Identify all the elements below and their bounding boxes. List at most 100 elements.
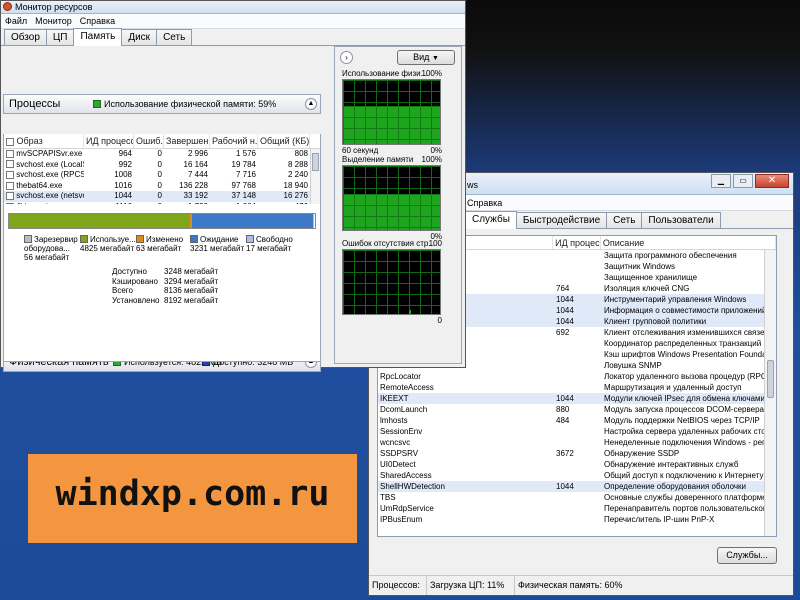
graph-max-label: 100% [421, 69, 442, 78]
tab-performance[interactable]: Быстродействие [515, 212, 608, 228]
process-name: svchost.exe (RPCSS) [4, 170, 84, 181]
process-checkbox[interactable] [6, 171, 14, 180]
service-row[interactable]: SessionEnv Настройка сервера удаленных ра… [378, 426, 776, 437]
column-shareable[interactable]: Общий (КБ) [258, 134, 310, 148]
minimize-button[interactable]: ▁ [711, 174, 731, 188]
service-row[interactable]: RemoteAccess Маршрутизация и удаленный до… [378, 382, 776, 393]
collapse-icon[interactable]: ▲ [305, 98, 317, 110]
window-resize-grip[interactable] [323, 46, 331, 364]
process-row[interactable]: mvSCPAPISvr.exe 964 0 2 996 1 576 808 [4, 149, 320, 160]
service-desc: Обнаружение SSDP [604, 449, 680, 458]
expand-arrow-icon[interactable]: › [340, 51, 353, 64]
tab-network[interactable]: Сеть [156, 29, 193, 45]
service-desc: Информация о совместимости приложений [604, 306, 767, 315]
service-pid [554, 382, 602, 393]
service-pid: 764 [556, 284, 570, 293]
resmon-titlebar[interactable]: Монитор ресурсов [1, 1, 465, 14]
legend-name: Ожидание [200, 235, 239, 244]
view-button-label: Вид [413, 52, 430, 62]
column-commit[interactable]: Завершен... [164, 134, 210, 148]
scrollbar-thumb[interactable] [312, 153, 319, 171]
service-row[interactable]: IKEEXT 1044 Модули ключей IPsec для обмена… [378, 393, 776, 404]
service-pid: 1044 [556, 295, 574, 304]
graph-max-label: 100 [428, 239, 442, 248]
service-desc: Защищенное хранилище [604, 273, 698, 282]
services-scrollbar[interactable] [764, 250, 776, 536]
process-checkbox[interactable] [6, 181, 14, 190]
service-pid [554, 261, 602, 272]
service-row[interactable]: wcncsvc Ненеделенные подключения Windows … [378, 437, 776, 448]
service-row[interactable]: SSDPSRV 3672 Обнаружение SSDP [378, 448, 776, 459]
service-name: wcncsvc [380, 438, 411, 447]
view-button[interactable]: Вид ▼ [397, 50, 455, 65]
service-pid [554, 514, 602, 525]
process-row[interactable]: svchost.exe (RPCSS) 1008 0 7 444 7 716 2 240 [4, 170, 320, 181]
service-desc: Изоляция ключей CNG [604, 284, 690, 293]
legend-swatch [80, 235, 88, 243]
process-cell: 37 148 [231, 191, 256, 201]
service-pid [554, 437, 602, 448]
column-working-set[interactable]: Рабочий н... [210, 134, 258, 148]
select-all-checkbox[interactable] [6, 137, 14, 146]
column-pid[interactable]: ИД процесса [553, 236, 601, 249]
process-row[interactable]: svchost.exe (netsvcs) 1044 0 33 192 37 148 16… [4, 191, 320, 202]
memory-stat-label: Кэшировано [112, 276, 159, 286]
column-pid[interactable]: ИД процесса [84, 134, 134, 148]
service-row[interactable]: SharedAccess Общий доступ к подключению к… [378, 470, 776, 481]
memory-usage-label: Использование физической памяти: 59% [104, 99, 277, 109]
service-row[interactable]: IPBusEnum Перечислитель IP-шин PnP-X [378, 514, 776, 525]
tab-memory[interactable]: Память [73, 28, 123, 46]
tab-cpu[interactable]: ЦП [45, 29, 75, 45]
graph-spike [409, 310, 411, 314]
service-row[interactable]: ShellHWDetection 1044 Определение оборудов… [378, 481, 776, 492]
service-pid: 1044 [556, 482, 574, 491]
process-cell: 16 276 [283, 191, 308, 201]
menu-help[interactable]: Справка [467, 195, 502, 210]
menu-monitor[interactable]: Монитор [35, 14, 72, 28]
service-row[interactable]: RpcLocator Локатор удаленного вызова проц… [378, 371, 776, 382]
services-button[interactable]: Службы... [717, 547, 777, 564]
service-name: lmhosts [380, 416, 408, 425]
close-button[interactable]: ✕ [755, 174, 789, 188]
process-cell: 16 164 [183, 159, 208, 169]
dropdown-icon: ▼ [431, 55, 439, 62]
service-row[interactable]: UmRdpService Перенаправитель портов польз… [378, 503, 776, 514]
tab-overview[interactable]: Обзор [4, 29, 47, 45]
column-image[interactable]: Образ [4, 134, 84, 148]
service-pid [554, 349, 602, 360]
tab-network[interactable]: Сеть [606, 212, 643, 228]
process-cell: 2 240 [287, 170, 308, 180]
service-desc: Ловушка SNMP [604, 361, 662, 370]
legend-item: Зарезервир оборудова... 56 мегабайт [24, 235, 80, 262]
service-row[interactable]: UI0Detect Обнаружение интерактивных служб [378, 459, 776, 470]
service-pid [554, 470, 602, 481]
column-description[interactable]: Описание [601, 236, 776, 249]
service-row[interactable]: lmhosts 484 Модуль поддержки NetBIOS через… [378, 415, 776, 426]
column-faults[interactable]: Ошиб... [134, 134, 164, 148]
memory-bar [8, 213, 316, 229]
tab-disk[interactable]: Диск [121, 29, 158, 45]
process-checkbox[interactable] [6, 160, 14, 169]
graph-title: Выделение памяти [342, 155, 414, 164]
menu-file[interactable]: Файл [5, 14, 27, 28]
processes-header[interactable]: Процессы Использование физической памяти… [3, 94, 321, 114]
process-checkbox[interactable] [6, 149, 14, 158]
service-pid [554, 503, 602, 514]
menu-help[interactable]: Справка [80, 14, 115, 28]
service-name: DcomLaunch [380, 405, 428, 414]
tab-users[interactable]: Пользователи [641, 212, 721, 228]
service-desc: Кэш шрифтов Windows Presentation Foundat… [604, 350, 770, 359]
tab-services[interactable]: Службы [465, 211, 517, 229]
process-checkbox[interactable] [6, 192, 14, 201]
process-cell: 1008 [114, 170, 132, 180]
scrollbar-thumb[interactable] [767, 360, 774, 398]
service-row[interactable]: DcomLaunch 880 Модуль запуска процессов DC… [378, 404, 776, 415]
legend-value: 3231 мегабайт [190, 244, 245, 253]
process-row[interactable]: thebat64.exe 1016 0 136 228 97 768 18 940 [4, 181, 320, 192]
service-row[interactable]: TBS Основные службы доверенного платформе… [378, 492, 776, 503]
maximize-button[interactable]: ▭ [733, 174, 753, 188]
process-row[interactable]: svchost.exe (LocalSe... 992 0 16 164 19 784 8… [4, 160, 320, 171]
process-cell: 7 444 [187, 170, 208, 180]
service-pid [554, 338, 602, 349]
process-cell: 808 [294, 149, 308, 158]
